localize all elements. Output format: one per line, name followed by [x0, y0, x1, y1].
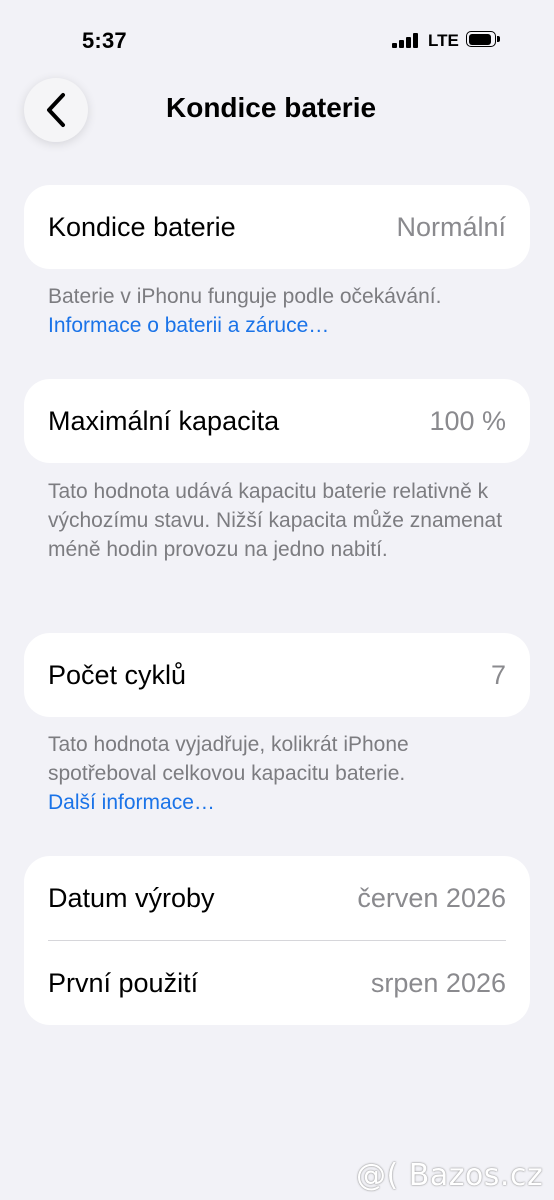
max-capacity-label: Maximální kapacita: [48, 405, 280, 436]
cycle-count-card: Počet cyklů 7: [24, 633, 530, 717]
battery-health-value: Normální: [396, 211, 506, 242]
battery-warranty-link[interactable]: Informace o baterii a záruce…: [48, 314, 329, 337]
first-use-label: První použití: [48, 967, 199, 998]
max-capacity-footnote: Tato hodnota udává kapacitu baterie rela…: [48, 480, 503, 561]
cycle-count-footnote: Tato hodnota vyjadřuje, kolikrát iPhone …: [48, 733, 409, 814]
status-time: 5:37: [82, 28, 127, 53]
battery-health-row[interactable]: Kondice baterie Normální: [24, 185, 530, 269]
max-capacity-row: Maximální kapacita 100 %: [24, 379, 530, 463]
back-button[interactable]: [24, 78, 88, 142]
manufacture-date-row: Datum výroby červen 2026: [24, 856, 530, 940]
signal-icon: [392, 33, 420, 48]
first-use-row: První použití srpen 2026: [24, 941, 530, 1025]
battery-icon: [466, 31, 500, 49]
network-type: LTE: [428, 31, 459, 50]
max-capacity-card: Maximální kapacita 100 %: [24, 379, 530, 463]
watermark: @( Bazos.cz: [356, 1158, 544, 1193]
manufacture-date-label: Datum výroby: [48, 882, 215, 913]
more-info-link[interactable]: Další informace…: [48, 791, 215, 814]
battery-health-card[interactable]: Kondice baterie Normální: [24, 185, 530, 269]
max-capacity-value: 100 %: [429, 405, 506, 436]
chevron-left-icon: [47, 93, 65, 127]
first-use-value: srpen 2026: [370, 967, 506, 998]
cycle-count-value: 7: [490, 659, 506, 690]
manufacture-date-value: červen 2026: [357, 882, 506, 913]
battery-health-footnote: Baterie v iPhonu funguje podle očekávání…: [48, 285, 442, 337]
cycle-count-label: Počet cyklů: [48, 659, 187, 690]
dates-card: Datum výroby červen 2026 První použití s…: [24, 856, 530, 1025]
status-bar: 5:37 LTE: [0, 0, 554, 80]
cycle-count-row: Počet cyklů 7: [24, 633, 530, 717]
battery-health-label: Kondice baterie: [48, 211, 236, 242]
